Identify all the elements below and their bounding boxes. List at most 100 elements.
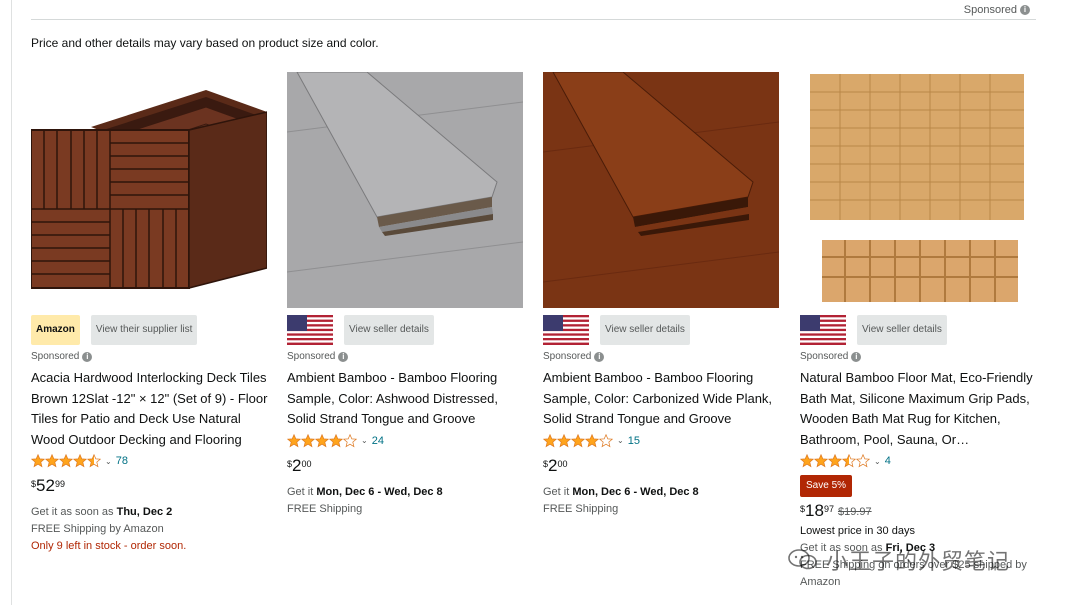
price[interactable]: $ 2 00 bbox=[543, 456, 783, 478]
product-card-4: View seller details Sponsored i Natural … bbox=[800, 72, 1040, 591]
star-icon bbox=[87, 454, 101, 468]
delivery-info: Get it as soon as Thu, Dec 2 bbox=[31, 504, 271, 521]
sponsored-header-label: Sponsored bbox=[963, 4, 1017, 16]
star-icon bbox=[814, 454, 828, 468]
price-whole: 18 bbox=[805, 501, 824, 520]
price[interactable]: $ 52 99 bbox=[31, 476, 271, 498]
info-icon[interactable]: i bbox=[594, 351, 605, 362]
star-icon bbox=[329, 433, 343, 447]
product-card-3: View seller details Sponsored i Ambient … bbox=[543, 72, 783, 518]
lowest-price-note: Lowest price in 30 days bbox=[800, 525, 915, 537]
rating-count[interactable]: 4 bbox=[885, 455, 891, 467]
sponsored-label[interactable]: Sponsored i bbox=[31, 351, 271, 362]
rating[interactable]: ⌄ 4 bbox=[800, 452, 1040, 470]
sponsored-text: Sponsored bbox=[31, 351, 80, 362]
star-icon bbox=[599, 433, 613, 447]
price-disclaimer: Price and other details may vary based o… bbox=[31, 36, 379, 50]
view-seller-details-button[interactable]: View seller details bbox=[600, 315, 690, 345]
star-icon bbox=[343, 433, 357, 447]
star-icon bbox=[557, 433, 571, 447]
chevron-down-icon[interactable]: ⌄ bbox=[874, 457, 881, 466]
rating-count[interactable]: 78 bbox=[116, 455, 128, 467]
chevron-down-icon[interactable]: ⌄ bbox=[617, 436, 624, 445]
left-divider bbox=[11, 0, 12, 605]
view-seller-details-button[interactable]: View seller details bbox=[857, 315, 947, 345]
chevron-down-icon[interactable]: ⌄ bbox=[361, 436, 368, 445]
sponsored-label[interactable]: Sponsored i bbox=[287, 351, 527, 362]
sponsored-text: Sponsored bbox=[800, 351, 849, 362]
info-icon[interactable]: i bbox=[338, 351, 349, 362]
star-icon bbox=[571, 433, 585, 447]
product-image[interactable] bbox=[287, 72, 523, 308]
star-icon bbox=[31, 454, 45, 468]
info-icon[interactable]: i bbox=[851, 351, 862, 362]
sponsored-text: Sponsored bbox=[543, 351, 592, 362]
star-rating bbox=[543, 433, 613, 448]
product-card-2: View seller details Sponsored i Ambient … bbox=[287, 72, 527, 518]
delivery-date: Thu, Dec 2 bbox=[116, 506, 173, 518]
rating[interactable]: ⌄ 24 bbox=[287, 432, 527, 450]
price-whole: 2 bbox=[548, 455, 558, 475]
price-fraction: 99 bbox=[54, 479, 65, 489]
sponsored-label[interactable]: Sponsored i bbox=[543, 351, 783, 362]
watermark: 小王子的外贸笔记 bbox=[788, 543, 1068, 577]
star-icon bbox=[301, 433, 315, 447]
star-icon bbox=[287, 433, 301, 447]
price[interactable]: $ 2 00 bbox=[287, 456, 527, 478]
star-icon bbox=[59, 454, 73, 468]
shipping-info: FREE Shipping bbox=[543, 502, 619, 515]
rating[interactable]: ⌄ 15 bbox=[543, 432, 783, 450]
product-title[interactable]: Acacia Hardwood Interlocking Deck Tiles … bbox=[31, 368, 271, 450]
chevron-down-icon[interactable]: ⌄ bbox=[105, 457, 112, 466]
rating[interactable]: ⌄ 78 bbox=[31, 452, 271, 470]
delivery-info: Get it Mon, Dec 6 - Wed, Dec 8 bbox=[287, 484, 527, 501]
delivery-info: Get it Mon, Dec 6 - Wed, Dec 8 bbox=[543, 484, 783, 501]
star-icon bbox=[73, 454, 87, 468]
star-rating bbox=[800, 454, 870, 468]
us-flag-icon bbox=[287, 315, 333, 345]
star-icon bbox=[45, 454, 59, 468]
product-title[interactable]: Ambient Bamboo - Bamboo Flooring Sample,… bbox=[543, 368, 783, 430]
product-card-1: Amazon View their supplier list Sponsore… bbox=[31, 72, 271, 555]
product-image[interactable] bbox=[800, 72, 1036, 308]
shipping-info: FREE Shipping by Amazon bbox=[31, 523, 164, 535]
star-icon bbox=[842, 454, 856, 468]
star-icon bbox=[315, 433, 329, 447]
product-image[interactable] bbox=[543, 72, 779, 308]
shipping-info: FREE Shipping bbox=[287, 502, 363, 515]
product-title[interactable]: Ambient Bamboo - Bamboo Flooring Sample,… bbox=[287, 368, 527, 430]
save-badge: Save 5% bbox=[800, 475, 853, 497]
rating-count[interactable]: 15 bbox=[628, 435, 640, 447]
product-title[interactable]: Natural Bamboo Floor Mat, Eco-Friendly B… bbox=[800, 368, 1040, 450]
star-icon bbox=[585, 433, 599, 447]
top-divider bbox=[31, 19, 1036, 20]
sponsored-header[interactable]: Sponsored i bbox=[964, 4, 1030, 16]
price-fraction: 97 bbox=[823, 504, 834, 514]
star-rating bbox=[287, 433, 357, 448]
star-rating bbox=[31, 454, 101, 468]
price-fraction: 00 bbox=[301, 458, 312, 469]
stock-warning: Only 9 left in stock - order soon. bbox=[31, 540, 187, 552]
us-flag-icon bbox=[800, 315, 846, 345]
price-whole: 2 bbox=[292, 455, 302, 475]
wechat-icon bbox=[788, 549, 817, 570]
star-icon bbox=[800, 454, 814, 468]
view-supplier-list-button[interactable]: View their supplier list bbox=[90, 315, 198, 345]
info-icon[interactable]: i bbox=[1020, 5, 1030, 15]
price-whole: 52 bbox=[36, 476, 55, 495]
delivery-prefix: Get it bbox=[287, 485, 317, 498]
delivery-date: Mon, Dec 6 - Wed, Dec 8 bbox=[572, 485, 699, 498]
sponsored-label[interactable]: Sponsored i bbox=[800, 351, 1040, 362]
watermark-text: 小王子的外贸笔记 bbox=[826, 550, 1011, 575]
price-fraction: 00 bbox=[557, 458, 568, 469]
us-flag-icon bbox=[543, 315, 589, 345]
product-image[interactable] bbox=[31, 72, 267, 308]
delivery-date: Mon, Dec 6 - Wed, Dec 8 bbox=[316, 485, 443, 498]
amazon-badge: Amazon bbox=[31, 315, 80, 345]
rating-count[interactable]: 24 bbox=[372, 435, 384, 447]
view-seller-details-button[interactable]: View seller details bbox=[344, 315, 434, 345]
delivery-prefix: Get it as soon as bbox=[31, 506, 117, 518]
star-icon bbox=[856, 454, 870, 468]
info-icon[interactable]: i bbox=[82, 351, 93, 362]
price[interactable]: $ 18 97 $19.97 bbox=[800, 501, 1040, 523]
